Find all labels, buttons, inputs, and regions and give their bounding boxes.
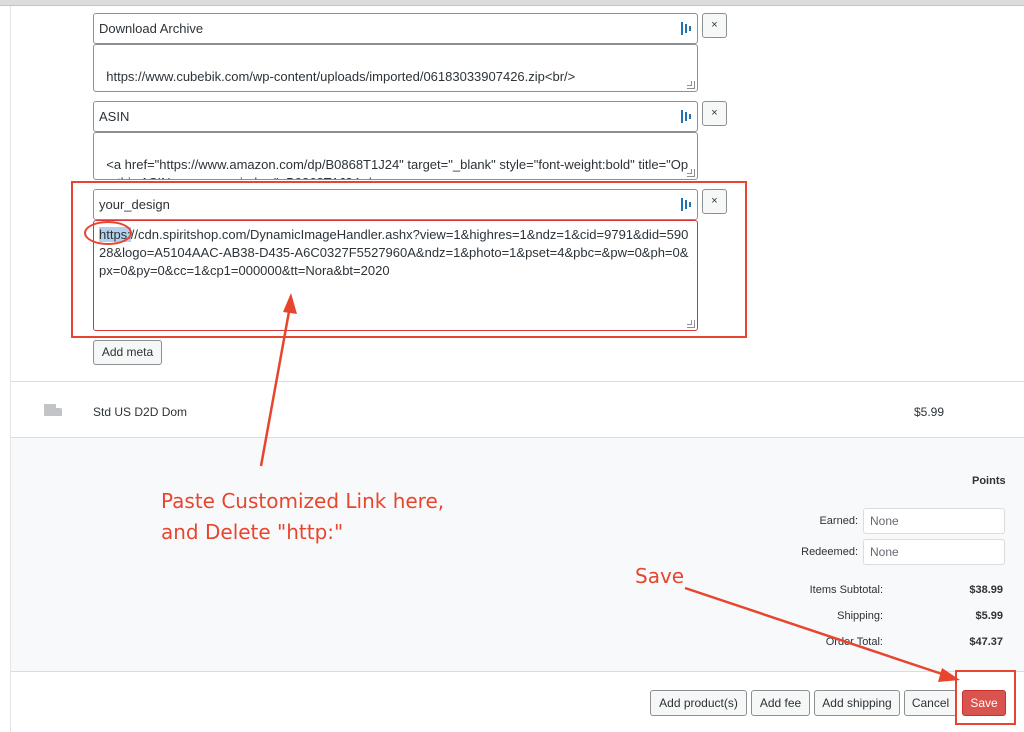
meta-key-text: Download Archive <box>99 21 204 36</box>
password-manager-key-icon[interactable] <box>681 22 691 35</box>
redeemed-label: Redeemed: <box>801 546 858 558</box>
meta-key-text: ASIN <box>99 109 130 124</box>
shipping-total-label: Shipping: <box>837 610 883 622</box>
earned-label: Earned: <box>819 515 858 527</box>
earned-points-input[interactable]: None <box>863 508 1005 534</box>
highlight-box-your-design <box>71 181 747 338</box>
items-subtotal-label: Items Subtotal: <box>809 584 883 596</box>
add-meta-button[interactable]: Add meta <box>93 340 162 365</box>
order-total-label: Order Total: <box>825 636 883 648</box>
meta-value-text: <a href="https://www.amazon.com/dp/B0868… <box>99 157 689 179</box>
remove-meta-button[interactable]: × <box>702 101 727 126</box>
resize-grip-icon[interactable] <box>687 81 695 89</box>
points-heading: Points <box>972 475 1006 487</box>
highlight-box-save <box>955 670 1016 725</box>
meta-key-input-asin[interactable]: ASIN <box>93 101 698 132</box>
meta-value-textarea-download-archive[interactable]: https://www.cubebik.com/wp-content/uploa… <box>93 44 698 92</box>
remove-meta-button[interactable]: × <box>702 13 727 38</box>
add-shipping-button[interactable]: Add shipping <box>814 690 900 716</box>
order-total-value: $47.37 <box>969 636 1003 648</box>
annotation-paste-line-2: and Delete "http:" <box>161 520 344 544</box>
cancel-button[interactable]: Cancel <box>904 690 957 716</box>
redeemed-points-input[interactable]: None <box>863 539 1005 565</box>
annotation-paste-line-1: Paste Customized Link here, <box>161 489 445 513</box>
shipping-line-cost: $5.99 <box>914 405 945 419</box>
add-fee-button[interactable]: Add fee <box>751 690 810 716</box>
highlight-oval-https <box>84 221 132 245</box>
resize-grip-icon[interactable] <box>687 169 695 177</box>
admin-top-strip <box>0 0 1024 6</box>
add-products-button[interactable]: Add product(s) <box>650 690 747 716</box>
truck-icon <box>44 404 62 416</box>
annotation-save: Save <box>635 564 685 588</box>
meta-value-text: https://www.cubebik.com/wp-content/uploa… <box>106 69 576 84</box>
shipping-total-value: $5.99 <box>975 610 1003 622</box>
items-subtotal-value: $38.99 <box>969 584 1003 596</box>
meta-key-input-download-archive[interactable]: Download Archive <box>93 13 698 44</box>
meta-value-textarea-asin[interactable]: <a href="https://www.amazon.com/dp/B0868… <box>93 132 698 180</box>
shipping-method-name: Std US D2D Dom <box>93 405 188 419</box>
password-manager-key-icon[interactable] <box>681 110 691 123</box>
